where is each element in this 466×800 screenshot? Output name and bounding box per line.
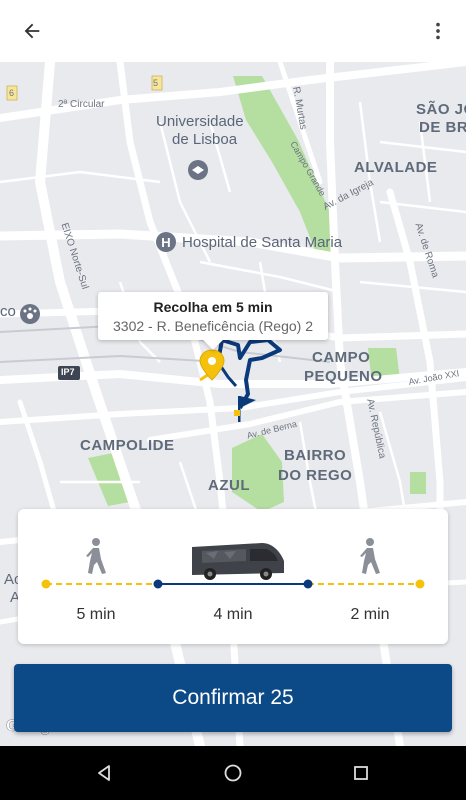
label-hospital: Hospital de Santa Maria bbox=[182, 234, 343, 251]
system-nav-bar bbox=[0, 746, 466, 800]
walk-duration-2: 2 min bbox=[350, 606, 390, 623]
walking-person-icon bbox=[360, 538, 380, 574]
label-segunda-circular: 2ª Circular bbox=[58, 99, 105, 110]
zoo-icon bbox=[20, 304, 40, 324]
label-azul: AZUL bbox=[208, 477, 250, 494]
road-shield-6-label: 6 bbox=[9, 88, 15, 98]
van-duration: 4 min bbox=[213, 606, 253, 623]
label-universidade-1: Universidade bbox=[156, 113, 244, 130]
label-zoo-fragment: co bbox=[0, 303, 16, 320]
start-dot bbox=[41, 579, 51, 589]
label-bairro-1: BAIRRO bbox=[284, 447, 347, 464]
nav-recents-icon[interactable] bbox=[346, 758, 376, 788]
app-bar bbox=[0, 0, 466, 62]
confirm-button[interactable]: Confirmar 25 bbox=[14, 664, 452, 732]
arrow-back-icon[interactable] bbox=[14, 13, 50, 49]
walking-person-icon bbox=[86, 538, 106, 574]
university-icon bbox=[188, 160, 208, 180]
label-campo-pequeno-2: PEQUENO bbox=[304, 368, 383, 385]
screen: H 5 6 IP7 2ª Circular Universidade de Li… bbox=[0, 0, 466, 800]
label-universidade-2: de Lisboa bbox=[172, 131, 238, 148]
nav-home-icon[interactable] bbox=[218, 758, 248, 788]
alighting-dot bbox=[303, 579, 313, 589]
label-sao-joao-2: DE BRI bbox=[419, 119, 466, 136]
label-bairro-2: DO REGO bbox=[278, 467, 353, 484]
walk-duration-1: 5 min bbox=[76, 606, 116, 623]
van-icon bbox=[192, 543, 284, 580]
label-campo-pequeno-1: CAMPO bbox=[312, 349, 371, 366]
svg-text:H: H bbox=[161, 235, 170, 250]
label-sao-joao-1: SÃO JO bbox=[416, 101, 466, 118]
hospital-icon: H bbox=[156, 232, 176, 252]
pickup-time-label: Recolha em 5 min bbox=[153, 299, 273, 315]
nav-back-icon[interactable] bbox=[89, 758, 119, 788]
end-dot bbox=[415, 579, 425, 589]
road-shield-ip7-label: IP7 bbox=[61, 367, 75, 377]
road-shield-5-label: 5 bbox=[153, 78, 159, 88]
label-alvalade: ALVALADE bbox=[354, 159, 438, 176]
pickup-tooltip[interactable]: Recolha em 5 min 3302 - R. Beneficência … bbox=[98, 292, 328, 350]
more-vert-icon[interactable] bbox=[420, 13, 456, 49]
label-campolide: CAMPOLIDE bbox=[80, 437, 175, 454]
boarding-dot bbox=[153, 579, 163, 589]
journey-summary-card: 5 min 4 min 2 min bbox=[18, 509, 448, 644]
